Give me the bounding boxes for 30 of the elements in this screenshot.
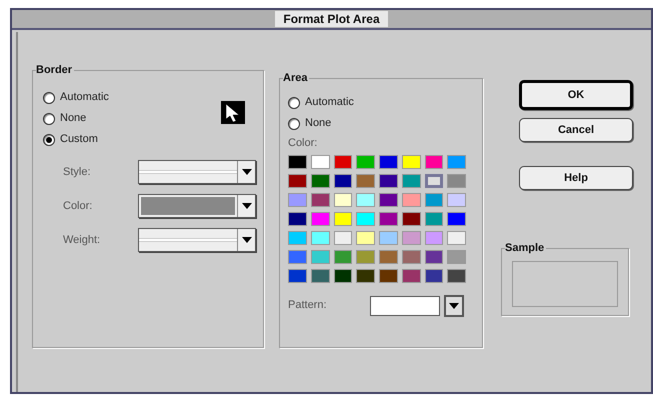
dropdown-arrow-icon	[242, 203, 252, 209]
radio-label: None	[305, 116, 332, 132]
radio-label: Automatic	[60, 90, 109, 106]
pattern-dropdown[interactable]	[370, 294, 464, 316]
color-swatch[interactable]	[424, 174, 444, 188]
radio-button[interactable]	[288, 118, 300, 130]
field-label: Style:	[63, 164, 92, 180]
window-title: Format Plot Area	[275, 11, 388, 27]
color-label: Color:	[288, 136, 318, 151]
radio-button[interactable]	[43, 134, 55, 146]
radio-button[interactable]	[288, 96, 300, 108]
field-label: Color:	[63, 198, 94, 214]
dropdown[interactable]	[138, 228, 256, 252]
dropdown-arrow-icon	[242, 237, 252, 243]
dialog-button[interactable]: OK	[519, 80, 633, 110]
dialog-button[interactable]: Cancel	[519, 118, 633, 142]
group-title: Sample	[505, 241, 546, 255]
dropdown-arrow-icon	[242, 169, 252, 175]
radio-label: None	[60, 111, 86, 126]
radio-label: Custom	[60, 132, 98, 148]
radio-label: Automatic	[305, 95, 354, 110]
field-label: Weight:	[63, 232, 102, 248]
dropdown[interactable]	[138, 160, 256, 184]
dropdown[interactable]	[138, 194, 256, 218]
dropdown-arrow-icon	[449, 302, 459, 308]
pattern-label: Pattern:	[288, 298, 328, 314]
radio-button[interactable]	[43, 112, 55, 124]
dialog-button[interactable]: Help	[519, 166, 633, 190]
radio-button[interactable]	[43, 92, 55, 104]
cursor-icon	[221, 101, 245, 124]
